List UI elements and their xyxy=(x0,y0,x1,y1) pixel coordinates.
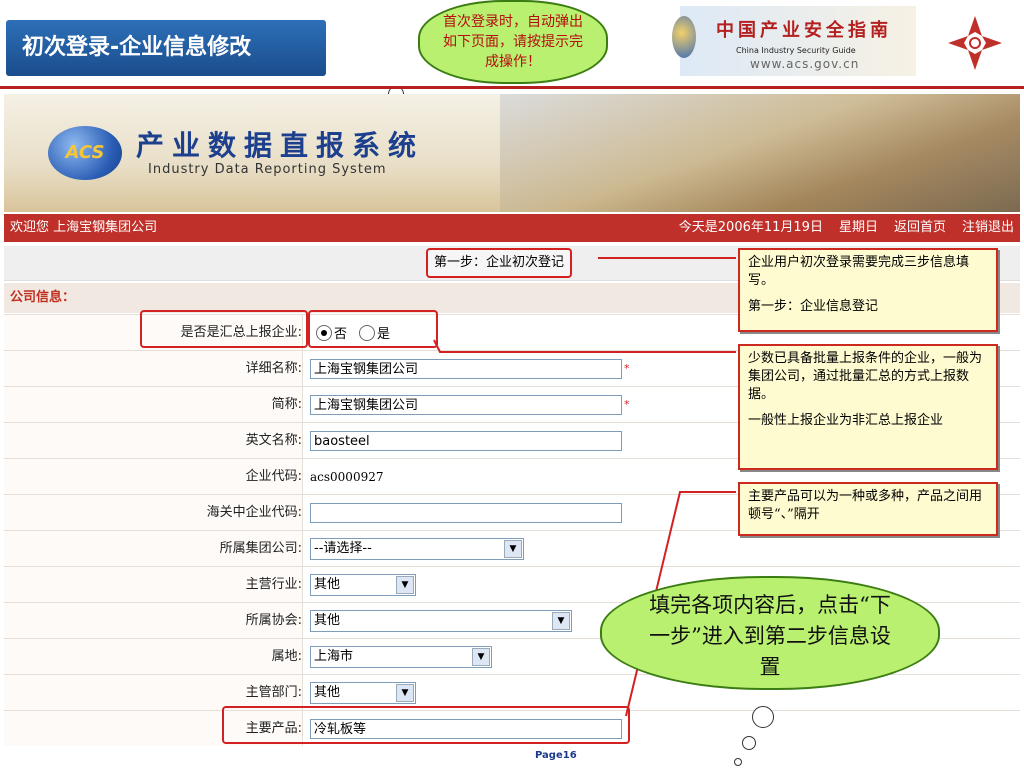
note-first-login: 企业用户初次登录需要完成三步信息填写。 第一步：企业信息登记 xyxy=(738,248,998,332)
short-name-label: 简称: xyxy=(4,387,303,422)
group-select[interactable]: --请选择-- ▼ xyxy=(310,537,524,560)
highlight-summary-label xyxy=(140,310,308,348)
english-name-input[interactable]: baosteel xyxy=(310,430,622,451)
association-select[interactable]: 其他 ▼ xyxy=(310,609,572,632)
system-subtitle: Industry Data Reporting System xyxy=(148,162,387,177)
slide-title: 初次登录-企业信息修改 xyxy=(6,20,326,76)
note2-text: 少数已具备批量上报条件的企业，一般为集团公司，通过批量汇总的方式上报数据。 xyxy=(748,351,983,402)
industry-select[interactable]: 其他 ▼ xyxy=(310,573,416,596)
full-name-input[interactable]: 上海宝钢集团公司 xyxy=(310,358,622,379)
association-label: 所属协会: xyxy=(4,603,303,638)
chevron-down-icon[interactable]: ▼ xyxy=(504,539,522,558)
code-value: acs0000927 xyxy=(310,469,384,484)
department-select[interactable]: 其他 ▼ xyxy=(310,681,416,704)
required-mark: * xyxy=(624,398,630,411)
chevron-down-icon[interactable]: ▼ xyxy=(396,683,414,702)
note-summary-report: 少数已具备批量上报条件的企业，一般为集团公司，通过批量汇总的方式上报数据。 一般… xyxy=(738,344,998,470)
logo-chinese-title: 中国产业安全指南 xyxy=(716,20,892,41)
note2-general: 一般性上报企业为非汇总上报企业 xyxy=(748,413,944,428)
logo-url: www.acs.gov.cn xyxy=(750,57,860,71)
weekday-text: 星期日 xyxy=(838,220,878,235)
location-select-value: 上海市 xyxy=(314,648,354,664)
callout-cloud-bottom: 填完各项内容后，点击“下一步”进入到第二步信息设置 xyxy=(600,576,940,690)
customs-code-input[interactable] xyxy=(310,502,622,523)
full-name-label: 详细名称: xyxy=(4,351,303,386)
customs-label: 海关中企业代码: xyxy=(4,495,303,530)
chevron-down-icon[interactable]: ▼ xyxy=(552,611,570,630)
callout-cloud-top: 首次登录时，自动弹出如下页面，请按提示完成操作！ xyxy=(418,0,608,84)
required-mark: * xyxy=(624,362,630,375)
home-link[interactable]: 返回首页 xyxy=(894,214,946,242)
welcome-bar: 欢迎您 上海宝钢集团公司 今天是2006年11月19日 星期日 返回首页 注销退… xyxy=(4,214,1020,242)
code-label: 企业代码: xyxy=(4,459,303,494)
compass-logo-icon xyxy=(948,16,1002,70)
highlight-summary-radios xyxy=(308,310,438,348)
welcome-text: 欢迎您 上海宝钢集团公司 xyxy=(10,220,158,235)
great-wall-image xyxy=(500,94,1020,212)
chevron-down-icon[interactable]: ▼ xyxy=(472,647,490,666)
industry-label: 主营行业: xyxy=(4,567,303,602)
app-header-banner: ACS 产业数据直报系统 Industry Data Reporting Sys… xyxy=(4,94,1020,212)
divider xyxy=(0,86,1024,89)
department-label: 主管部门: xyxy=(4,675,303,710)
page-number: Page16 xyxy=(535,750,577,761)
cloud-tail-bubble xyxy=(734,758,742,766)
cloud-tail-bubble xyxy=(742,736,756,750)
chevron-down-icon[interactable]: ▼ xyxy=(396,575,414,594)
group-label: 所属集团公司: xyxy=(4,531,303,566)
note1-text: 企业用户初次登录需要完成三步信息填写。 xyxy=(748,255,970,288)
industry-select-value: 其他 xyxy=(314,576,341,592)
logo-english-title: China Industry Security Guide xyxy=(736,46,856,55)
association-select-value: 其他 xyxy=(314,612,341,628)
highlight-products xyxy=(222,706,630,744)
globe-icon xyxy=(672,16,696,58)
group-select-value: --请选择-- xyxy=(314,540,372,556)
location-select[interactable]: 上海市 ▼ xyxy=(310,645,492,668)
logout-link[interactable]: 注销退出 xyxy=(962,214,1014,242)
cloud-tail-bubble xyxy=(752,706,774,728)
english-name-label: 英文名称: xyxy=(4,423,303,458)
system-title: 产业数据直报系统 xyxy=(136,129,425,162)
department-select-value: 其他 xyxy=(314,684,341,700)
note-main-products: 主要产品可以为一种或多种，产品之间用顿号“、”隔开 xyxy=(738,482,998,536)
china-industry-security-logo: 中国产业安全指南 China Industry Security Guide w… xyxy=(672,6,916,76)
date-text: 今天是2006年11月19日 xyxy=(678,220,823,235)
note1-step: 第一步：企业信息登记 xyxy=(748,299,879,314)
acs-logo-icon: ACS xyxy=(48,126,122,180)
step-label: 第一步：企业初次登记 xyxy=(426,248,573,278)
short-name-input[interactable]: 上海宝钢集团公司 xyxy=(310,394,622,415)
location-label: 属地: xyxy=(4,639,303,674)
